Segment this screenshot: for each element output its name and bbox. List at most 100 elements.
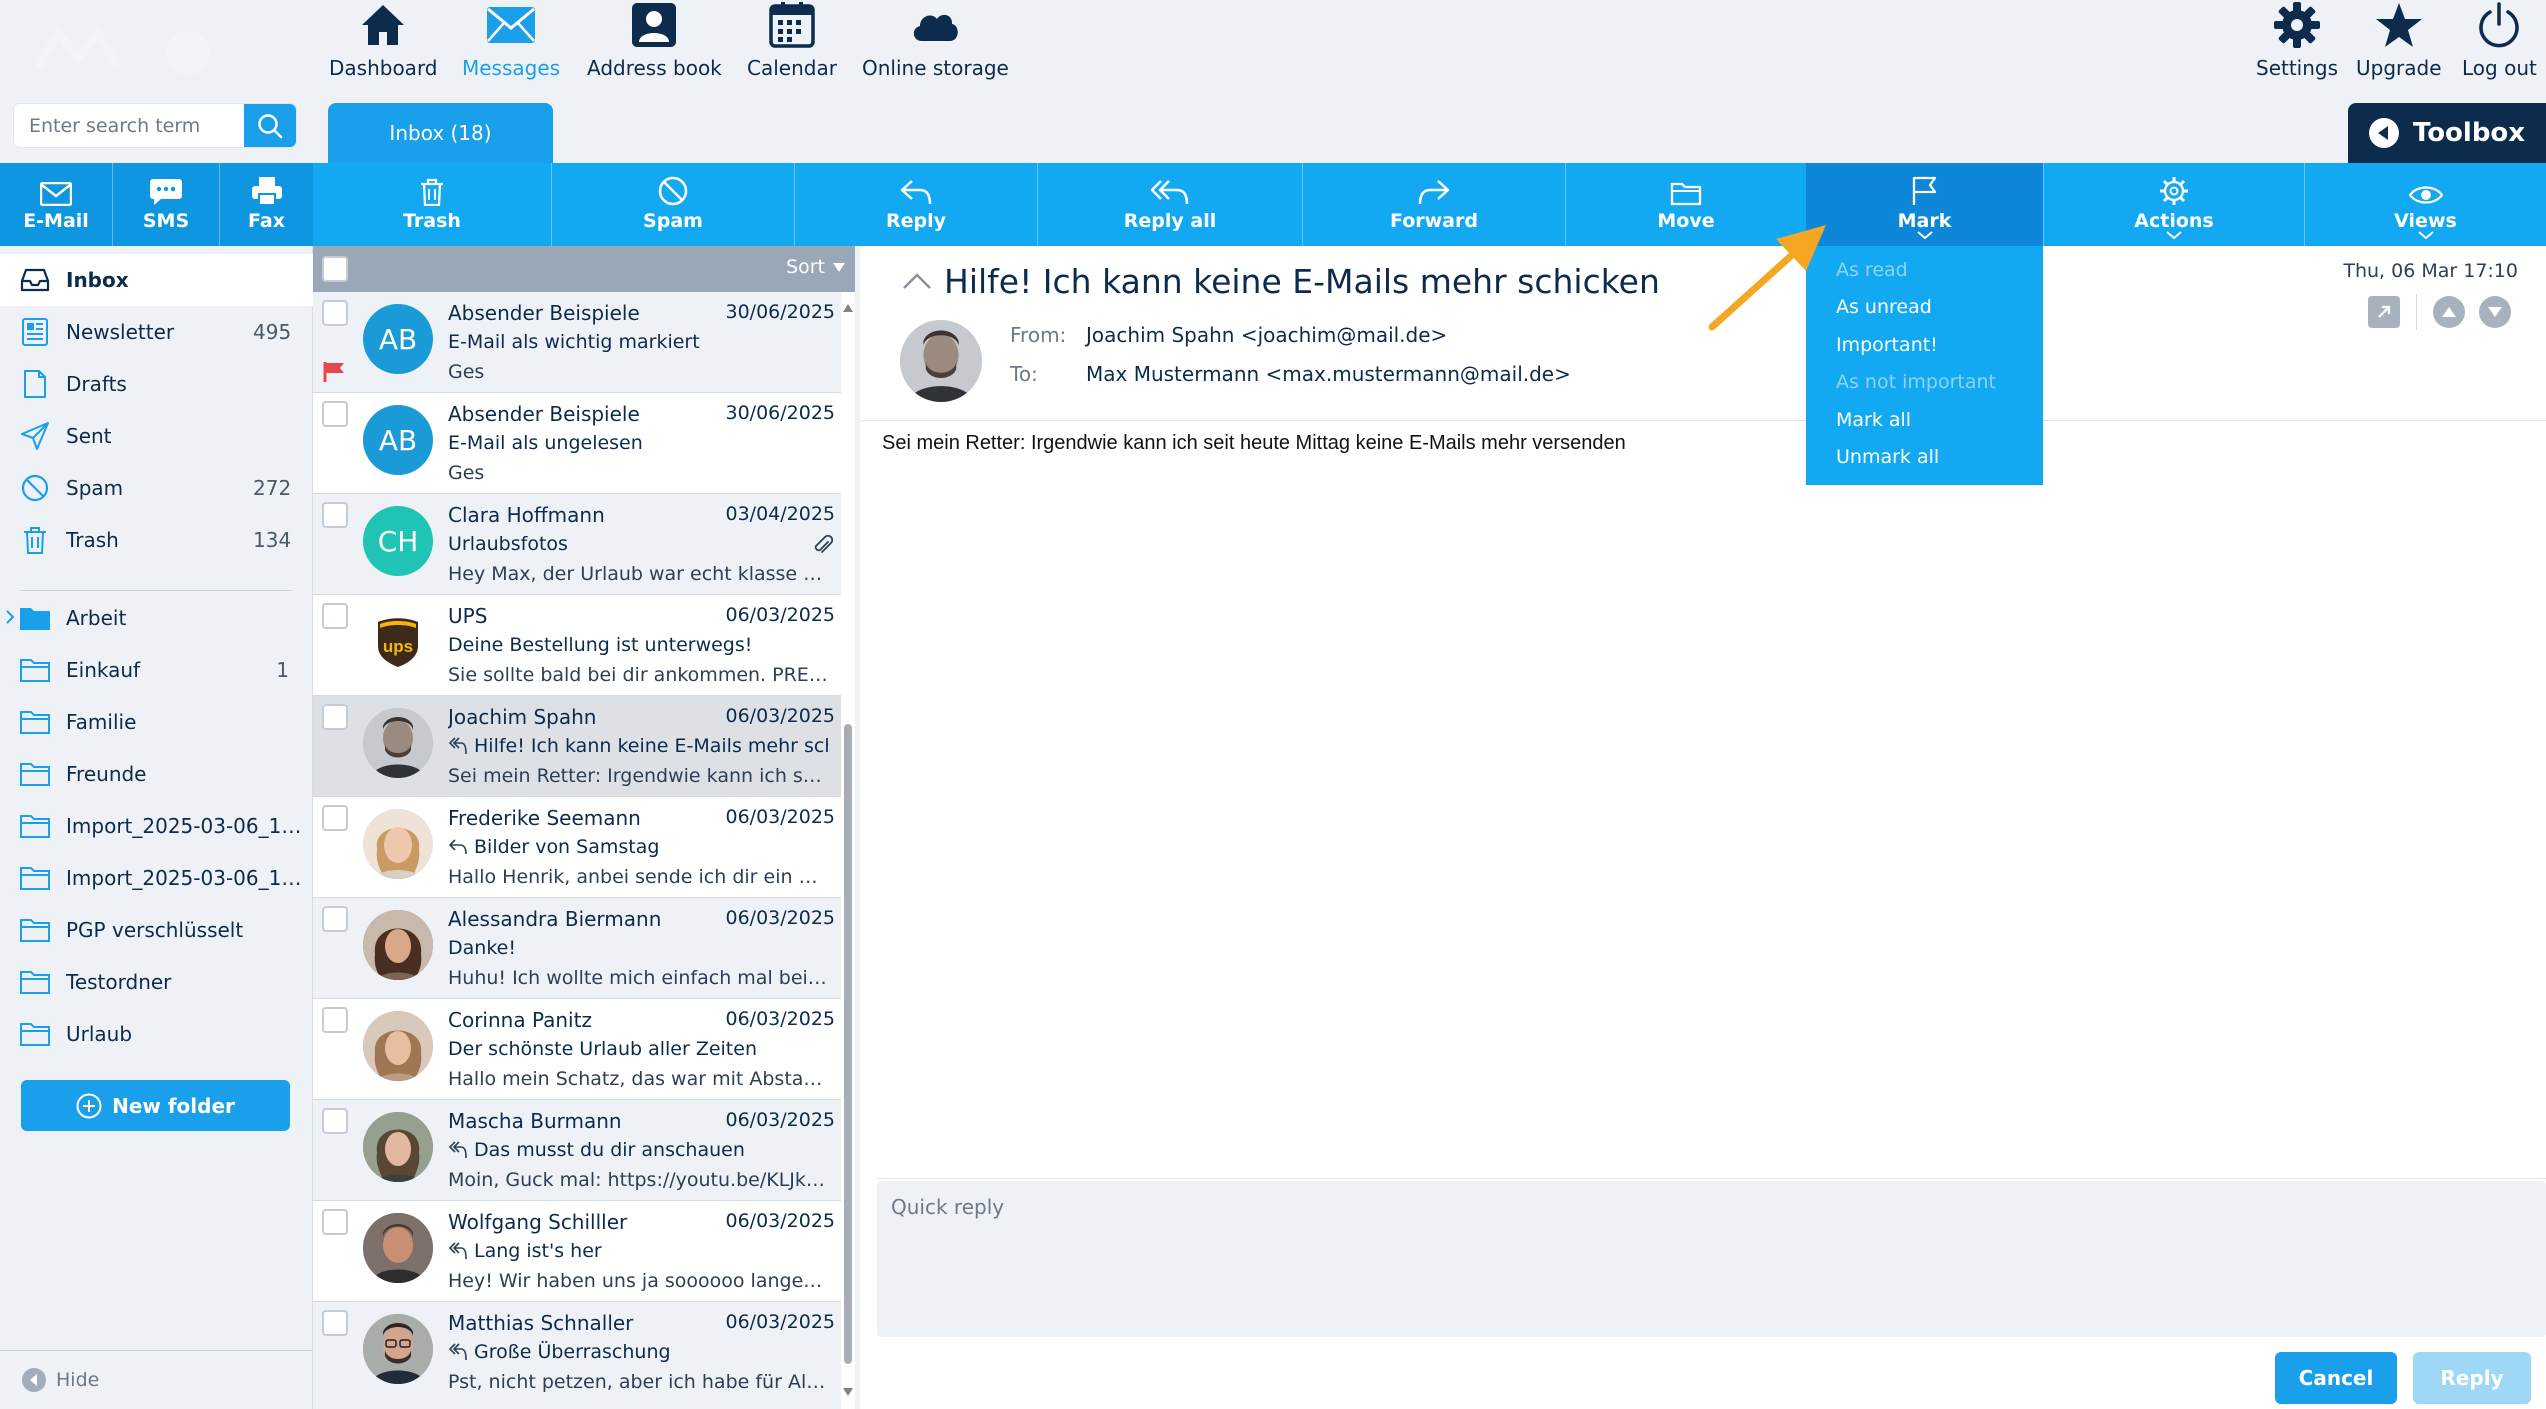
quick-reply-input[interactable]: [877, 1181, 2546, 1337]
scroll-up-icon[interactable]: [843, 304, 853, 312]
previous-message-icon[interactable]: [2433, 296, 2465, 328]
message-row[interactable]: CH Clara Hoffmann 03/04/2025 Urlaubsfoto…: [313, 494, 841, 595]
folder-item-import-2[interactable]: Import_2025-03-06_17:10...: [0, 852, 313, 904]
mark-as-unread-item[interactable]: As unread: [1836, 296, 1932, 318]
plus-circle-icon: [76, 1093, 102, 1119]
folder-item-pgp[interactable]: PGP verschlüsselt: [0, 904, 313, 956]
folder-tab-inbox[interactable]: Inbox (18): [328, 103, 553, 163]
message-subject-title: Hilfe! Ich kann keine E-Mails mehr schic…: [944, 262, 1660, 301]
toolbar-label: Views: [2394, 210, 2457, 232]
folder-item-einkauf[interactable]: Einkauf 1: [0, 644, 313, 696]
folder-item-drafts[interactable]: Drafts: [0, 358, 313, 410]
row-checkbox[interactable]: [322, 805, 348, 831]
message-preview: Hey Max, der Urlaub war echt klasse und …: [448, 563, 828, 585]
message-sender: Clara Hoffmann: [448, 503, 605, 527]
row-checkbox[interactable]: [322, 1007, 348, 1033]
message-row-selected[interactable]: Joachim Spahn 06/03/2025 Hilfe! Ich kann…: [313, 696, 841, 797]
folder-item-testordner[interactable]: Testordner: [0, 956, 313, 1008]
next-message-icon[interactable]: [2479, 296, 2511, 328]
chevron-down-icon: [1916, 231, 1933, 243]
reply-button[interactable]: Reply: [795, 163, 1037, 246]
from-address[interactable]: Joachim Spahn <joachim@mail.de>: [1086, 323, 1447, 347]
to-address[interactable]: Max Mustermann <max.mustermann@mail.de>: [1086, 362, 1571, 386]
sort-button[interactable]: Sort: [786, 256, 845, 278]
folder-item-newsletter[interactable]: Newsletter 495: [0, 306, 313, 358]
row-checkbox[interactable]: [322, 704, 348, 730]
row-checkbox[interactable]: [322, 906, 348, 932]
mark-important-item[interactable]: Important!: [1836, 334, 1938, 356]
compose-sms-button[interactable]: SMS: [113, 163, 219, 246]
trash-button[interactable]: Trash: [313, 163, 551, 246]
row-checkbox[interactable]: [322, 1310, 348, 1336]
svg-text:ups: ups: [383, 637, 413, 656]
message-row[interactable]: Wolfgang Schilller 06/03/2025 Lang ist's…: [313, 1201, 841, 1302]
message-row[interactable]: Frederike Seemann 06/03/2025 Bilder von …: [313, 797, 841, 898]
row-checkbox[interactable]: [322, 603, 348, 629]
cancel-button[interactable]: Cancel: [2275, 1352, 2397, 1404]
message-row[interactable]: Mascha Burmann 06/03/2025 Das musst du d…: [313, 1100, 841, 1201]
message-subject: Danke!: [448, 937, 516, 959]
folder-name: Freunde: [66, 762, 147, 786]
send-reply-button[interactable]: Reply: [2413, 1352, 2531, 1404]
folder-item-import-1[interactable]: Import_2025-03-06_13:2...: [0, 800, 313, 852]
nav-label: Upgrade: [2356, 56, 2442, 80]
search-button[interactable]: [244, 104, 296, 147]
message-row[interactable]: AB Absender Beispiele 30/06/2025 E-Mail …: [313, 292, 841, 393]
nav-address-book[interactable]: Address book: [587, 0, 722, 90]
search-input[interactable]: [14, 104, 246, 147]
spam-button[interactable]: Spam: [552, 163, 794, 246]
brand-logo: [28, 18, 248, 88]
folder-item-spam[interactable]: Spam 272: [0, 462, 313, 514]
message-row[interactable]: ups UPS 06/03/2025 Deine Bestellung ist …: [313, 595, 841, 696]
nav-upgrade[interactable]: Upgrade: [2356, 0, 2442, 90]
mark-all-item[interactable]: Mark all: [1836, 409, 1911, 431]
row-checkbox[interactable]: [322, 1108, 348, 1134]
message-subject: E-Mail als ungelesen: [448, 432, 643, 454]
nav-calendar[interactable]: Calendar: [747, 0, 837, 90]
collapse-header-icon[interactable]: [902, 272, 932, 290]
folder-item-urlaub[interactable]: Urlaub: [0, 1008, 313, 1060]
compose-fax-button[interactable]: Fax: [220, 163, 313, 246]
message-row[interactable]: AB Absender Beispiele 30/06/2025 E-Mail …: [313, 393, 841, 494]
folder-item-freunde[interactable]: Freunde: [0, 748, 313, 800]
row-checkbox[interactable]: [322, 1209, 348, 1235]
select-all-checkbox[interactable]: [322, 256, 348, 282]
row-checkbox[interactable]: [322, 300, 348, 326]
forward-button[interactable]: Forward: [1303, 163, 1565, 246]
flag-icon[interactable]: [323, 362, 345, 382]
folder-item-familie[interactable]: Familie: [0, 696, 313, 748]
new-folder-button[interactable]: New folder: [21, 1080, 290, 1131]
scrollbar-thumb[interactable]: [844, 724, 852, 1364]
folder-item-trash[interactable]: Trash 134: [0, 514, 313, 566]
message-row[interactable]: Alessandra Biermann 06/03/2025 Danke! Hu…: [313, 898, 841, 999]
gear-icon: [2273, 0, 2321, 50]
unmark-all-item[interactable]: Unmark all: [1836, 446, 1939, 468]
message-date: 06/03/2025: [725, 907, 835, 929]
actions-button[interactable]: Actions: [2044, 163, 2304, 246]
compose-email-button[interactable]: E-Mail: [0, 163, 112, 246]
nav-settings[interactable]: Settings: [2256, 0, 2338, 90]
scroll-down-icon[interactable]: [843, 1388, 853, 1396]
folder-item-inbox[interactable]: Inbox: [0, 254, 313, 306]
message-body: Sei mein Retter: Irgendwie kann ich seit…: [882, 432, 1626, 454]
avatar-photo: [363, 1213, 433, 1283]
avatar-photo: [363, 708, 433, 778]
row-checkbox[interactable]: [322, 401, 348, 427]
nav-messages[interactable]: Messages: [462, 0, 560, 90]
message-row[interactable]: Matthias Schnaller 06/03/2025 Große Über…: [313, 1302, 841, 1396]
nav-logout[interactable]: Log out: [2462, 0, 2537, 90]
views-button[interactable]: Views: [2305, 163, 2546, 246]
mark-button[interactable]: Mark: [1806, 163, 2043, 246]
nav-dashboard[interactable]: Dashboard: [329, 0, 438, 90]
folder-item-arbeit[interactable]: Arbeit: [0, 592, 313, 644]
reply-all-button[interactable]: Reply all: [1038, 163, 1302, 246]
row-checkbox[interactable]: [322, 502, 348, 528]
folder-item-sent[interactable]: Sent: [0, 410, 313, 462]
message-list-scrollbar[interactable]: [841, 292, 855, 1409]
open-external-icon[interactable]: [2368, 296, 2400, 328]
toolbox-button[interactable]: Toolbox: [2348, 103, 2546, 163]
folder-count: 495: [253, 320, 292, 344]
nav-online-storage[interactable]: Online storage: [862, 0, 1009, 90]
message-row[interactable]: Corinna Panitz 06/03/2025 Der schönste U…: [313, 999, 841, 1100]
hide-sidebar-button[interactable]: Hide: [22, 1368, 99, 1392]
